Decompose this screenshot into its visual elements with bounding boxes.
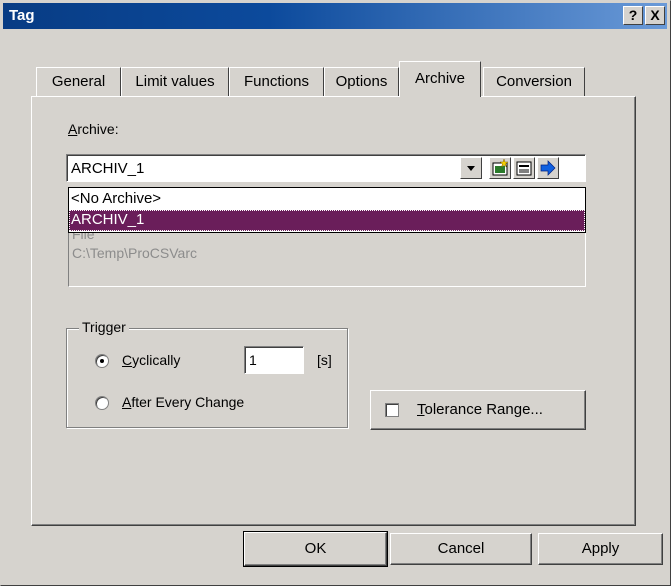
tab-label: General (51, 73, 106, 90)
apply-button[interactable]: Apply (538, 533, 663, 565)
title-bar[interactable]: Tag ? X (3, 3, 667, 29)
goto-button[interactable] (537, 157, 559, 179)
cancel-button[interactable]: Cancel (390, 533, 532, 565)
after-change-radio[interactable] (95, 396, 109, 410)
tab-label: Options (335, 73, 388, 90)
ok-button[interactable]: OK (243, 531, 388, 567)
archive-dropdown-list[interactable]: <No Archive> ARCHIV_1 (68, 187, 586, 233)
tab-label: Limit values (135, 73, 215, 90)
tab-general[interactable]: General (36, 67, 121, 96)
archive-combobox[interactable]: ARCHIV_1 (66, 154, 586, 182)
option-archiv-1[interactable]: ARCHIV_1 (69, 210, 585, 231)
close-button[interactable]: X (645, 6, 665, 25)
tolerance-range-button[interactable]: Tolerance Range... (370, 390, 586, 430)
tab-options[interactable]: Options (324, 67, 399, 96)
tab-label: Conversion (496, 73, 572, 90)
chevron-down-icon (467, 166, 475, 171)
tab-functions[interactable]: Functions (229, 67, 324, 96)
radio-dot (100, 359, 104, 363)
window-title: Tag (9, 7, 35, 24)
tab-label: Archive (414, 70, 466, 87)
detail-path: C:\Temp\ProCSVarc (72, 245, 197, 261)
archive-label: Archive: (68, 121, 119, 137)
tab-limit-values[interactable]: Limit values (121, 67, 229, 96)
cycle-unit: [s] (317, 352, 332, 368)
trigger-group: Trigger Cyclically 1 [s] After Every Cha… (66, 319, 348, 428)
tab-label: Functions (243, 73, 310, 90)
dropdown-button[interactable] (460, 157, 482, 179)
cycle-value-input[interactable]: 1 (244, 346, 304, 374)
new-archive-button[interactable] (489, 157, 511, 179)
goto-icon (540, 160, 556, 176)
tag-dialog: Tag ? X General Limit values Functions O… (0, 0, 671, 586)
cyclically-radio[interactable] (95, 354, 109, 368)
properties-icon (516, 161, 532, 176)
option-no-archive[interactable]: <No Archive> (69, 189, 585, 210)
cyclically-label[interactable]: Cyclically (122, 352, 180, 368)
archive-combo-value: ARCHIV_1 (71, 160, 145, 177)
new-archive-icon (492, 158, 509, 176)
after-change-label[interactable]: After Every Change (122, 394, 244, 410)
tab-conversion[interactable]: Conversion (483, 67, 585, 96)
tab-archive[interactable]: Archive (399, 61, 481, 97)
help-button[interactable]: ? (623, 6, 643, 25)
cycle-value: 1 (249, 352, 257, 368)
tolerance-label: Tolerance Range... (417, 401, 543, 418)
trigger-group-title: Trigger (79, 319, 129, 335)
properties-button[interactable] (513, 157, 535, 179)
tolerance-checkbox[interactable] (385, 403, 399, 417)
